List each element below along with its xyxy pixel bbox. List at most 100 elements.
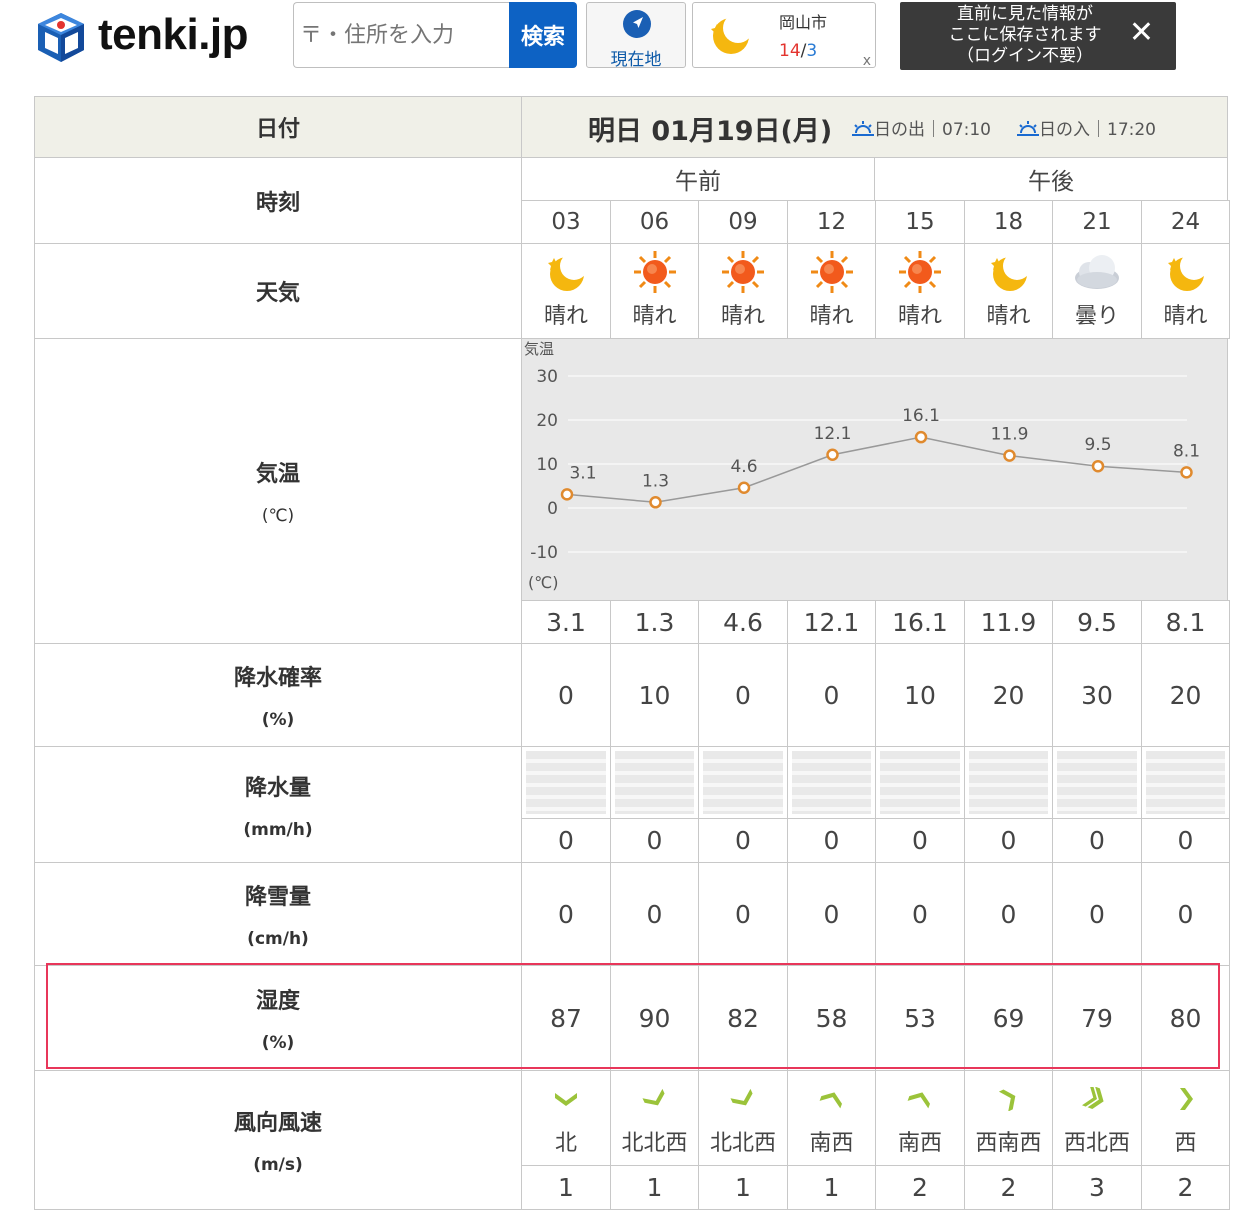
temperature-chart-cell: 気温 (℃) 30 20 10 0 -10 3.1 1.3 4.6 12.1 16.1 11.9 9.5 8… xyxy=(521,338,1228,601)
saved-info-line: 直前に見た情報が xyxy=(957,4,1093,24)
precip-prob-cell: 10 xyxy=(610,643,699,747)
wind-label-cell: 風向風速 (m/s) xyxy=(34,1070,522,1210)
weather-text: 曇り xyxy=(1074,304,1119,329)
precip-bar-cell xyxy=(964,746,1053,819)
precip-prob-unit: (%) xyxy=(261,710,295,730)
precip-prob-cell: 20 xyxy=(1141,643,1230,747)
current-location-label: 現在地 xyxy=(610,50,662,70)
precip-prob-cell: 10 xyxy=(875,643,965,747)
wind-direction-cell: 西北西 xyxy=(1052,1070,1142,1166)
snow-label-cell: 降雪量 (cm/h) xyxy=(34,862,522,966)
weather-cell: 晴れ xyxy=(787,243,876,339)
temperature-cell: 16.1 xyxy=(875,600,965,644)
temperature-label: 気温 xyxy=(255,462,300,487)
close-notice-button[interactable]: ✕ xyxy=(1129,16,1154,50)
snow-cell: 0 xyxy=(1052,862,1142,966)
sunrise-info: 日の出｜07:10 xyxy=(852,115,991,140)
current-location-button[interactable]: 現在地 xyxy=(586,2,686,70)
search-input[interactable] xyxy=(293,2,509,68)
weather-cell: 晴れ xyxy=(1141,243,1230,339)
wind-direction-text: 南西 xyxy=(809,1131,854,1156)
wind-direction-cell: 南西 xyxy=(787,1070,876,1166)
recent-temperature: 14/3 xyxy=(779,41,817,61)
weather-text: 晴れ xyxy=(1163,304,1208,329)
remove-recent-button[interactable]: x xyxy=(863,53,871,69)
temperature-cell: 3.1 xyxy=(521,600,611,644)
precip-amount-cell: 0 xyxy=(1052,818,1142,863)
temperature-point xyxy=(1003,449,1016,462)
precip-amount-cell: 0 xyxy=(787,818,876,863)
precip-bar-cell xyxy=(787,746,876,819)
y-tick-label: 20 xyxy=(536,411,558,431)
sunset-info: 日の入｜17:20 xyxy=(1017,115,1156,140)
temperature-point xyxy=(649,496,662,509)
saved-info-notice: 直前に見た情報が ここに保存されます （ログイン不要） ✕ xyxy=(900,2,1176,70)
precip-bar-cell xyxy=(698,746,788,819)
y-axis-title: 気温 xyxy=(524,340,554,358)
wind-direction-cell: 西南西 xyxy=(964,1070,1053,1166)
saved-info-line: （ログイン不要） xyxy=(957,46,1093,66)
wind-direction-cell: 北北西 xyxy=(698,1070,788,1166)
search-button[interactable]: 検索 xyxy=(509,2,577,68)
precip-amount-cell: 0 xyxy=(1141,818,1230,863)
humidity-cell: 53 xyxy=(875,965,965,1071)
humidity-cell: 69 xyxy=(964,965,1053,1071)
precip-prob-cell: 30 xyxy=(1052,643,1142,747)
temperature-point xyxy=(826,448,839,462)
temperature-data-label: 12.1 xyxy=(814,424,852,444)
date-label-cell: 日付 xyxy=(34,96,522,158)
recent-location-card[interactable]: 岡山市 14/3 x xyxy=(692,2,876,69)
weather-cell: 晴れ xyxy=(521,243,611,339)
wind-speed-cell: 2 xyxy=(1141,1165,1230,1210)
cloud-icon xyxy=(1075,255,1119,289)
weather-text: 晴れ xyxy=(543,304,588,329)
precip-amount-cell: 0 xyxy=(964,818,1053,863)
precip-bar-cell xyxy=(610,746,699,819)
hour-cell: 18 xyxy=(964,200,1053,244)
wind-direction-cell: 南西 xyxy=(875,1070,965,1166)
precip-bar-placeholder xyxy=(1057,751,1137,814)
tenki-logo[interactable]: tenki.jp xyxy=(32,8,272,66)
recent-city-name: 岡山市 xyxy=(779,13,828,32)
saved-info-line: ここに保存されます xyxy=(948,25,1102,45)
snow-cell: 0 xyxy=(1141,862,1230,966)
temperature-point xyxy=(560,488,574,501)
wind-speed-cell: 1 xyxy=(610,1165,699,1210)
sun-icon xyxy=(633,251,676,293)
precip-bar-placeholder xyxy=(526,751,606,814)
wind-arrow-icon xyxy=(907,1092,930,1109)
wind-speed-cell: 2 xyxy=(964,1165,1053,1210)
sunrise-icon xyxy=(852,121,874,136)
sun-icon xyxy=(810,251,853,293)
wind-speed-cell: 2 xyxy=(875,1165,965,1210)
recent-low-temp: 3 xyxy=(806,41,818,61)
wind-arrow-icon xyxy=(1179,1088,1193,1110)
precip-prob-cell: 20 xyxy=(964,643,1053,747)
humidity-unit: (%) xyxy=(261,1033,295,1053)
temperature-cell: 1.3 xyxy=(610,600,699,644)
snow-cell: 0 xyxy=(610,862,699,966)
snow-cell: 0 xyxy=(964,862,1053,966)
weather-text: 晴れ xyxy=(897,304,942,329)
temperature-chart: 気温 (℃) 30 20 10 0 -10 3.1 1.3 4.6 12.1 16.1 11.9 9.5 8… xyxy=(524,340,1200,592)
temperature-cell: 8.1 xyxy=(1141,600,1230,644)
precip-amount-cell: 0 xyxy=(698,818,788,863)
hour-cell: 21 xyxy=(1052,200,1142,244)
logo-text: tenki.jp xyxy=(98,10,249,59)
location-arrow-icon xyxy=(623,10,651,38)
precip-bar-cell xyxy=(1052,746,1142,819)
weather-cell: 晴れ xyxy=(610,243,699,339)
temperature-cell: 9.5 xyxy=(1052,600,1142,644)
wind-direction-cell: 西 xyxy=(1141,1070,1230,1166)
snow-cell: 0 xyxy=(698,862,788,966)
temperature-data-label: 3.1 xyxy=(569,463,596,483)
weather-cell: 晴れ xyxy=(875,243,965,339)
temperature-data-label: 4.6 xyxy=(730,457,757,477)
sun-icon xyxy=(722,251,764,293)
temperature-data-label: 16.1 xyxy=(902,406,940,426)
temperature-unit: (℃) xyxy=(261,506,295,526)
temperature-point xyxy=(737,481,751,495)
weather-text: 晴れ xyxy=(632,304,677,329)
precip-amount-label-cell: 降水量 (mm/h) xyxy=(34,746,522,863)
humidity-cell: 79 xyxy=(1052,965,1142,1071)
